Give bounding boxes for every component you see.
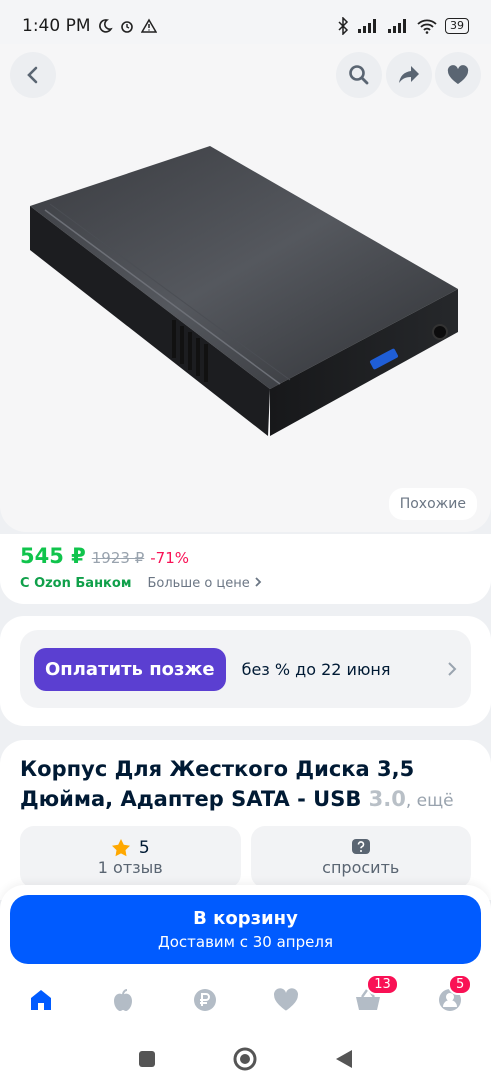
- signal-icon: [358, 19, 376, 33]
- more-about-price-label: Больше о цене: [147, 576, 250, 591]
- old-price: 1923 ₽: [91, 549, 145, 567]
- add-to-cart-label: В корзину: [193, 908, 298, 929]
- apple-icon: [113, 989, 132, 1011]
- nav-finance[interactable]: [185, 980, 225, 1020]
- rating-value: 5: [138, 837, 150, 858]
- nav-profile[interactable]: 5: [430, 974, 473, 1020]
- nav-fresh[interactable]: [103, 980, 143, 1020]
- star-icon: [111, 838, 130, 856]
- warning-icon: [140, 18, 157, 33]
- moon-icon: [98, 19, 113, 33]
- ruble-icon: [193, 989, 216, 1011]
- ozon-bank-label: С Ozon Банком: [20, 576, 132, 591]
- battery-indicator: 39: [445, 18, 469, 34]
- alarm-icon: [120, 21, 133, 33]
- product-gallery[interactable]: Похожие: [0, 44, 491, 532]
- add-to-cart-button[interactable]: В корзину Доставим с 30 апреля: [10, 895, 481, 964]
- back-triangle-icon[interactable]: [335, 1049, 353, 1069]
- reviews-count: 1 отзыв: [97, 857, 163, 877]
- price-block: 545 ₽ 1923 ₽ -71% С Ozon Банком Больше о…: [0, 534, 491, 604]
- system-navigation: [0, 1028, 491, 1090]
- product-title-main: Корпус Для Жесткого Диска 3,5 Дюйма, Ада…: [20, 757, 415, 811]
- signal-icon-2: [388, 19, 406, 33]
- current-price: 545 ₽: [20, 544, 86, 568]
- status-left-icons: [97, 18, 157, 34]
- discount-percent: -71%: [150, 549, 190, 567]
- ask-question-tile[interactable]: спросить: [250, 826, 471, 888]
- question-icon: [351, 838, 370, 854]
- pay-later-text: без % до 22 июня: [241, 659, 391, 679]
- status-right-icons: 39: [337, 17, 469, 35]
- pay-later-card: Оплатить позже без % до 22 июня: [0, 616, 491, 726]
- heart-icon: [274, 988, 299, 1011]
- profile-badge: 5: [448, 974, 473, 995]
- similar-products-button[interactable]: Похожие: [388, 488, 477, 520]
- product-title[interactable]: Корпус Для Жесткого Диска 3,5 Дюйма, Ада…: [20, 754, 471, 816]
- delivery-date: Доставим с 30 апреля: [158, 933, 333, 951]
- nav-favorites[interactable]: [266, 980, 306, 1020]
- product-title-fade: 3.0: [368, 787, 406, 811]
- chevron-right-icon: [255, 577, 262, 587]
- pay-later-row[interactable]: Оплатить позже без % до 22 июня: [20, 630, 471, 708]
- cart-badge: 13: [366, 974, 399, 995]
- pay-later-button[interactable]: Оплатить позже: [34, 647, 226, 691]
- nav-home[interactable]: [21, 980, 61, 1020]
- bluetooth-icon: [338, 17, 349, 35]
- status-time: 1:40 PM: [22, 16, 91, 36]
- rating-tile[interactable]: 5 1 отзыв: [20, 826, 241, 888]
- wifi-icon: [417, 19, 437, 34]
- title-more-link[interactable]: , ещё: [406, 791, 454, 811]
- product-title-card: Корпус Для Жесткого Диска 3,5 Дюйма, Ада…: [0, 740, 491, 900]
- home-icon: [30, 990, 51, 1010]
- more-about-price-link[interactable]: Больше о цене: [147, 576, 262, 591]
- bottom-navigation: 13 5: [0, 972, 491, 1028]
- chevron-right-icon: [448, 662, 457, 676]
- ask-label: спросить: [322, 857, 400, 877]
- product-image: [30, 146, 458, 436]
- home-circle-icon[interactable]: [232, 1046, 258, 1072]
- nav-cart[interactable]: 13: [348, 974, 399, 1020]
- recent-apps-icon[interactable]: [138, 1050, 156, 1068]
